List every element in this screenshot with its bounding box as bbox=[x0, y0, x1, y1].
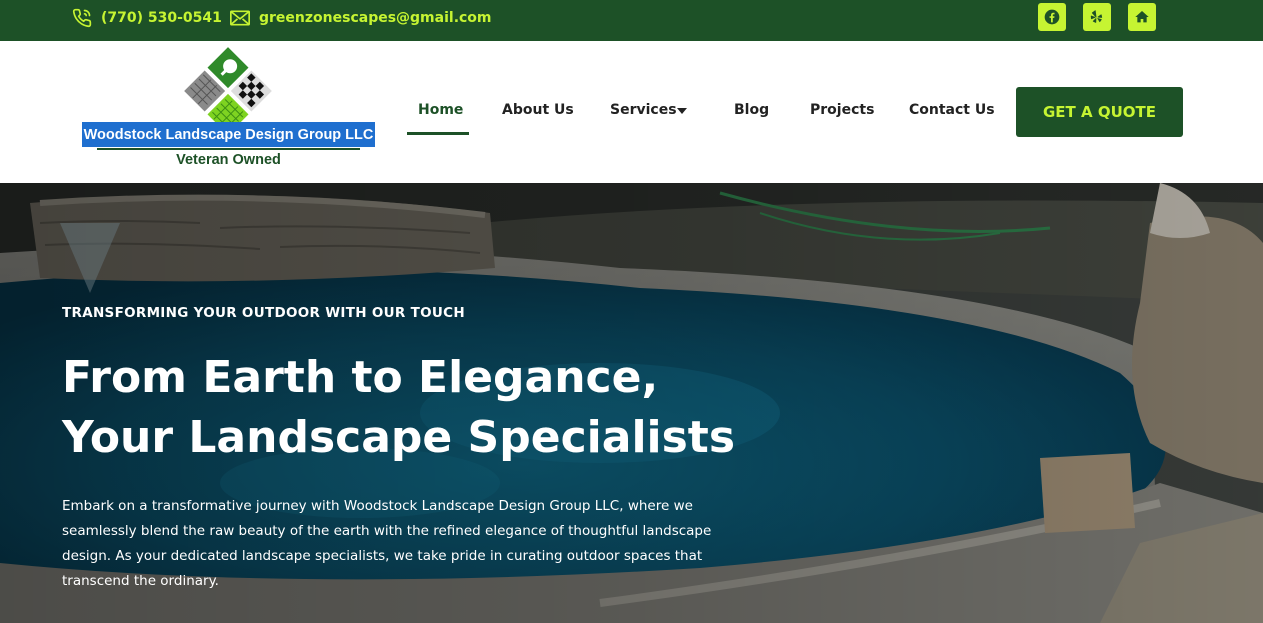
site-header: Woodstock Landscape Design Group LLC Vet… bbox=[0, 41, 1263, 183]
phone-link[interactable]: (770) 530-0541 bbox=[72, 0, 222, 36]
top-bar: (770) 530-0541 greenzonescapes@gmail.com bbox=[0, 0, 1263, 41]
email-address: greenzonescapes@gmail.com bbox=[259, 10, 492, 26]
phone-icon bbox=[72, 8, 92, 28]
hero-headline-line-2: Your Landscape Specialists bbox=[62, 412, 736, 463]
nav-services[interactable]: Services bbox=[610, 102, 677, 118]
facebook-button[interactable] bbox=[1038, 3, 1066, 31]
envelope-icon bbox=[230, 10, 250, 26]
hero-section: TRANSFORMING YOUR OUTDOOR WITH OUR TOUCH… bbox=[0, 183, 1263, 623]
nav-active-indicator bbox=[407, 132, 469, 135]
phone-number: (770) 530-0541 bbox=[101, 10, 222, 26]
nav-projects[interactable]: Projects bbox=[810, 102, 874, 118]
nav-about-us[interactable]: About Us bbox=[502, 102, 574, 118]
email-link[interactable]: greenzonescapes@gmail.com bbox=[230, 0, 492, 36]
hero-headline-line-1: From Earth to Elegance, bbox=[62, 352, 659, 403]
nav-contact-us[interactable]: Contact Us bbox=[909, 102, 995, 118]
facebook-icon bbox=[1044, 9, 1060, 25]
yelp-icon bbox=[1090, 10, 1103, 23]
nav-home[interactable]: Home bbox=[418, 102, 463, 118]
get-a-quote-button[interactable]: GET A QUOTE bbox=[1016, 87, 1183, 137]
logo-company-name[interactable]: Woodstock Landscape Design Group LLC bbox=[82, 122, 375, 147]
logo-divider bbox=[97, 148, 360, 150]
yelp-button[interactable] bbox=[1083, 3, 1111, 31]
logo-tagline: Veteran Owned bbox=[176, 152, 281, 168]
nav-blog[interactable]: Blog bbox=[734, 102, 769, 118]
hero-headline: From Earth to Elegance, Your Landscape S… bbox=[62, 348, 735, 468]
home-button[interactable] bbox=[1128, 3, 1156, 31]
hero-description: Embark on a transformative journey with … bbox=[62, 498, 712, 589]
home-icon bbox=[1135, 11, 1149, 23]
hero-eyebrow: TRANSFORMING YOUR OUTDOOR WITH OUR TOUCH bbox=[62, 305, 465, 321]
caret-down-icon[interactable] bbox=[677, 108, 687, 114]
